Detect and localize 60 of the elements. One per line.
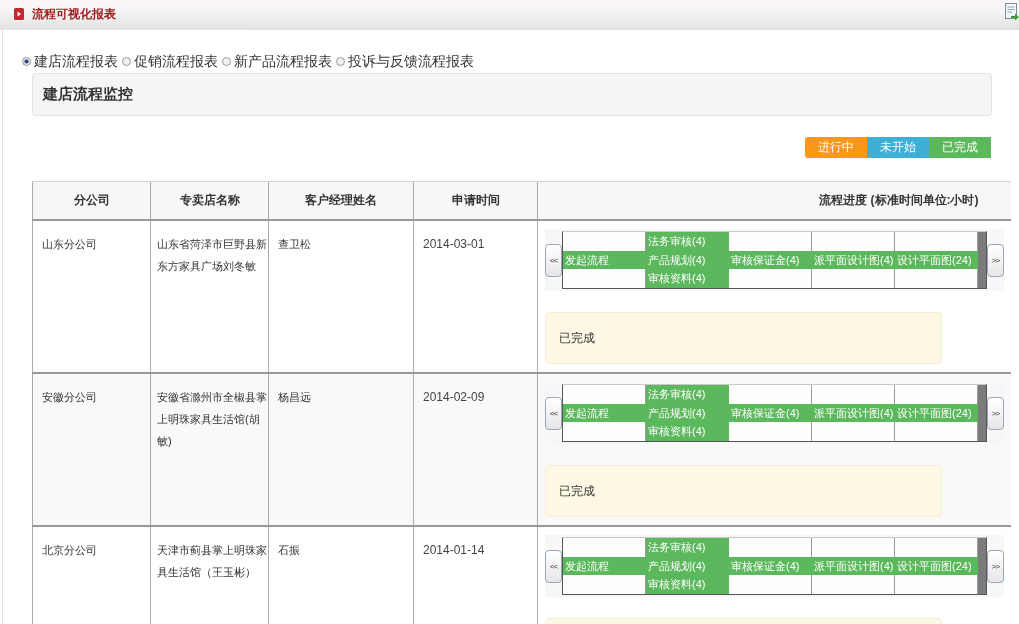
table-cell: 2014-02-09	[413, 373, 538, 526]
table-cell: 2014-03-01	[413, 220, 538, 373]
flow-step: 法务审核(4)	[646, 538, 729, 557]
table-cell: 安徽省滁州市全椒县掌上明珠家具生活馆(胡敏)	[150, 373, 269, 526]
flow-step: 审核资料(4)	[646, 422, 729, 441]
table-cell: 2014-01-14	[413, 526, 538, 624]
next-button[interactable]: >>	[987, 243, 1004, 277]
flow-step: 法务审核(4)	[646, 385, 729, 404]
previous-button[interactable]: <<	[545, 243, 562, 277]
status-legend-item: 已完成	[929, 137, 991, 158]
radio-label[interactable]: 新产品流程报表	[234, 52, 332, 70]
flow-step: 派平面设计图(4)	[812, 250, 895, 270]
table-cell: 查卫松	[268, 220, 414, 373]
page-title: 流程可视化报表	[32, 7, 116, 21]
flow-step: 审核资料(4)	[646, 575, 729, 594]
radio-label[interactable]: 促销流程报表	[134, 52, 218, 70]
status-legend-item: 未开始	[867, 137, 929, 158]
status-note: 已完成	[545, 312, 942, 364]
table-cell: 天津市蓟县掌上明珠家具生活馆（王玉彬）	[150, 526, 269, 624]
flow-step: 设计平面图(24)	[895, 403, 978, 423]
flow-step: 派平面设计图(4)	[812, 556, 895, 576]
radio-label[interactable]: 建店流程报表	[34, 52, 118, 70]
radio-button[interactable]	[22, 56, 31, 66]
next-button[interactable]: >>	[987, 549, 1004, 583]
previous-button[interactable]: <<	[545, 396, 562, 430]
flow-step: 审核资料(4)	[646, 269, 729, 288]
column-header: 申请时间	[413, 181, 538, 220]
radio-button[interactable]	[336, 56, 345, 66]
table-cell: 山东分公司	[32, 220, 151, 373]
table-cell: 杨昌远	[268, 373, 414, 526]
flow-step: 设计平面图(24)	[895, 556, 978, 576]
table-cell: 北京分公司	[32, 526, 151, 624]
next-button[interactable]: >>	[987, 396, 1004, 430]
radio-button[interactable]	[222, 56, 231, 66]
radio-label[interactable]: 投诉与反馈流程报表	[348, 52, 474, 70]
flow-step: 发起流程	[563, 556, 646, 576]
flow-step: 发起流程	[563, 403, 646, 423]
flow-step: 审核保证金(4)	[729, 556, 812, 576]
column-header: 分公司	[32, 181, 151, 220]
flow-step: 设计平面图(24)	[895, 250, 978, 270]
side-strip	[978, 538, 986, 594]
table-cell: 安徽分公司	[32, 373, 151, 526]
flow-step: 审核保证金(4)	[729, 250, 812, 270]
square-bullet-icon	[14, 8, 24, 20]
previous-button[interactable]: <<	[545, 549, 562, 583]
flow-step: 法务审核(4)	[646, 232, 729, 251]
radio-button[interactable]	[122, 56, 131, 66]
status-legend-item: 进行中	[805, 137, 867, 158]
flow-step: 审核保证金(4)	[729, 403, 812, 423]
table-cell: 山东省菏泽市巨野县新东方家具广场刘冬敏	[150, 220, 269, 373]
column-header: 流程进度 (标准时间单位:小时)	[537, 181, 1011, 220]
side-strip	[978, 232, 986, 288]
side-strip	[978, 385, 986, 441]
flow-step: 派平面设计图(4)	[812, 403, 895, 423]
column-header: 专卖店名称	[150, 181, 269, 220]
column-header: 客户经理姓名	[268, 181, 414, 220]
table-cell: 石振	[268, 526, 414, 624]
flow-step: 发起流程	[563, 250, 646, 270]
status-note: 已完成	[545, 465, 942, 517]
panel-title: 建店流程监控	[43, 85, 133, 104]
